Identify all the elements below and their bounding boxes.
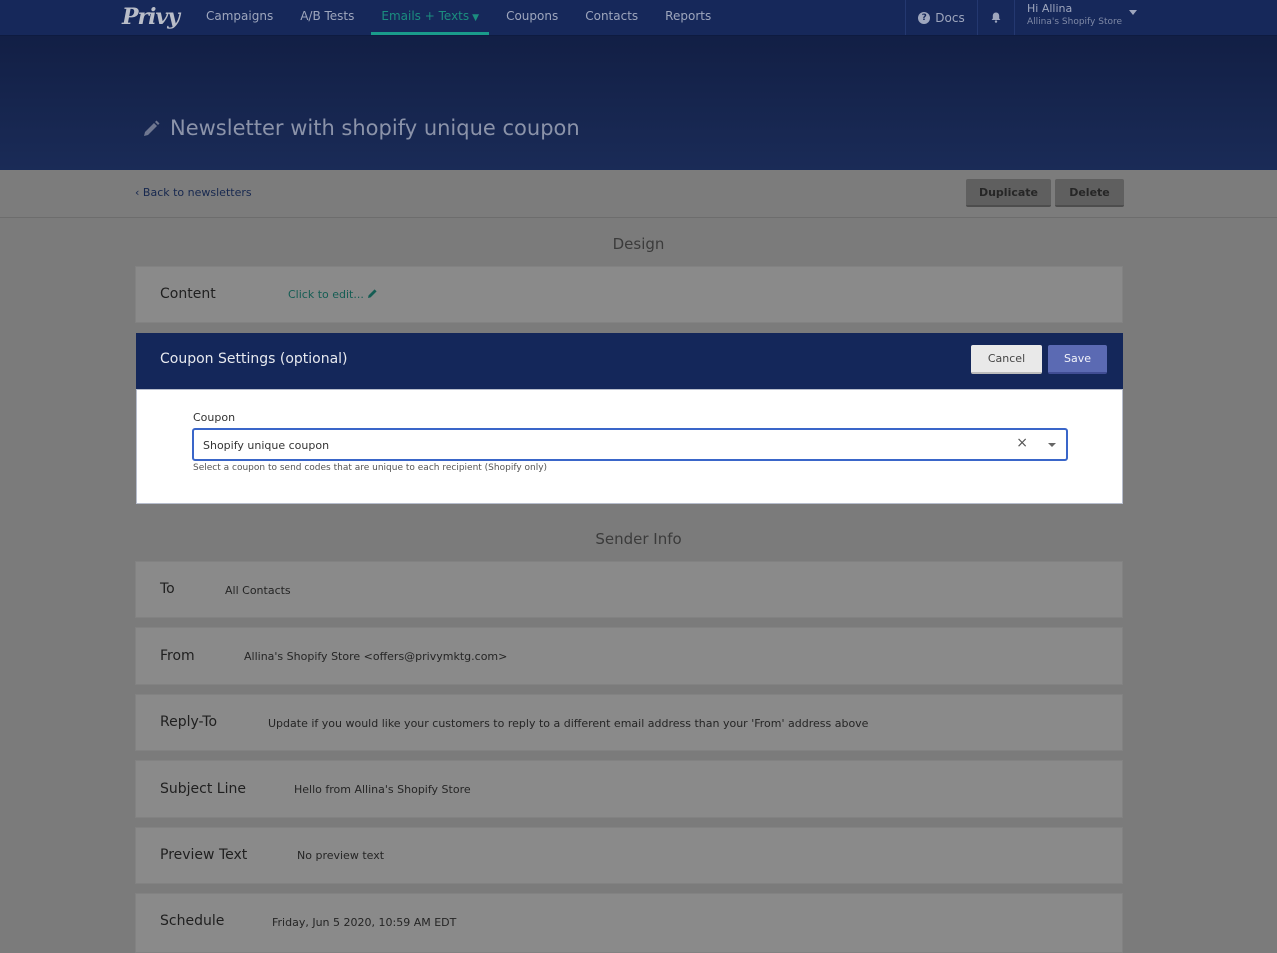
reply-to-label: Reply-To [160,714,218,730]
clear-icon[interactable]: × [1016,435,1028,451]
chevron-left-icon: ‹ [135,186,143,199]
nav-ab-tests[interactable]: A/B Tests [300,0,354,35]
user-store-name: Allina's Shopify Store [1027,17,1123,27]
docs-label: Docs [935,10,965,25]
schedule-value: Friday, Jun 5 2020, 10:59 AM EDT [272,916,457,929]
docs-link[interactable]: ? Docs [905,0,978,35]
save-button[interactable]: Save [1048,345,1107,374]
edit-pencil-icon [367,288,378,301]
nav-coupons[interactable]: Coupons [506,0,558,35]
duplicate-button[interactable]: Duplicate [966,179,1051,207]
notifications-button[interactable] [977,0,1015,35]
nav-emails-texts[interactable]: Emails + Texts ▼ [371,0,489,35]
content-edit-label: Click to edit... [288,288,364,301]
preview-text-value: No preview text [297,849,385,862]
from-label: From [160,648,195,664]
coupon-select[interactable]: Shopify unique coupon × [192,428,1068,461]
content-label: Content [160,286,216,302]
to-value: All Contacts [225,584,291,597]
cancel-button[interactable]: Cancel [971,345,1042,374]
reply-to-value: Update if you would like your customers … [268,717,869,730]
delete-button[interactable]: Delete [1055,179,1124,207]
privy-logo[interactable]: Privy [122,2,180,32]
subject-line-row[interactable]: Subject Line Hello from Allina's Shopify… [135,760,1123,818]
page-header [0,36,1277,170]
nav-menu: Campaigns A/B Tests Emails + Texts ▼ Coup… [206,0,738,35]
page-title: Newsletter with shopify unique coupon [170,116,580,140]
design-section-title: Design [612,235,665,253]
coupon-field-label: Coupon [193,411,236,424]
content-edit-link[interactable]: Click to edit... [288,288,378,301]
coupon-settings-title: Coupon Settings (optional) [160,351,348,367]
sender-info-section-title: Sender Info [595,530,682,548]
nav-campaigns[interactable]: Campaigns [206,0,273,35]
nav-reports[interactable]: Reports [665,0,711,35]
preview-text-label: Preview Text [160,847,248,863]
nav-contacts[interactable]: Contacts [585,0,638,35]
content-row: Content Click to edit... [135,266,1123,323]
from-value: Allina's Shopify Store <offers@privymktg… [244,650,508,663]
coupon-settings-header: Coupon Settings (optional) Cancel Save [136,333,1123,389]
user-caret-down-icon[interactable] [1129,10,1137,15]
to-row[interactable]: To All Contacts [135,561,1123,618]
top-nav: Privy Campaigns A/B Tests Emails + Texts… [0,0,1277,36]
back-link-label: Back to newsletters [142,186,252,199]
reply-to-row[interactable]: Reply-To Update if you would like your c… [135,694,1123,751]
schedule-label: Schedule [160,913,225,929]
chevron-down-icon[interactable] [1048,443,1056,447]
pencil-icon[interactable] [141,119,161,143]
nav-emails-texts-label: Emails + Texts [381,9,470,23]
schedule-row[interactable]: Schedule Friday, Jun 5 2020, 10:59 AM ED… [135,893,1123,953]
subject-line-value: Hello from Allina's Shopify Store [294,783,471,796]
help-icon: ? [918,11,931,24]
to-label: To [160,581,175,597]
coupon-selected-value: Shopify unique coupon [203,439,330,452]
coupon-help-text: Select a coupon to send codes that are u… [193,463,548,473]
bell-icon [991,12,1001,23]
caret-down-icon: ▼ [472,13,480,23]
back-to-newsletters-link[interactable]: ‹ Back to newsletters [135,186,252,199]
from-row[interactable]: From Allina's Shopify Store <offers@priv… [135,627,1123,685]
subject-line-label: Subject Line [160,781,246,797]
preview-text-row[interactable]: Preview Text No preview text [135,827,1123,884]
user-menu[interactable]: Hi Allina Allina's Shopify Store [1027,2,1147,37]
coupon-settings-body: Coupon Shopify unique coupon × Select a … [136,389,1123,504]
